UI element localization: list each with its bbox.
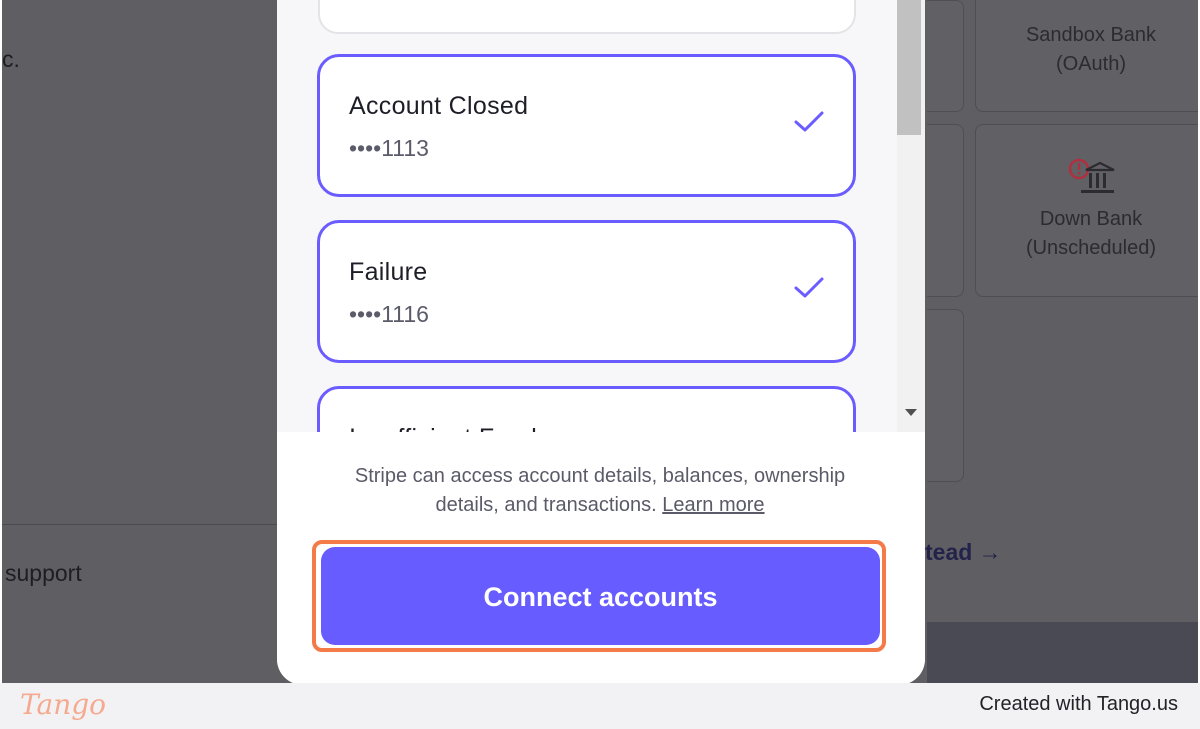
connect-accounts-button[interactable]: Connect accounts [321,547,880,645]
scrollbar-thumb[interactable] [897,0,921,135]
account-item-insufficient-funds[interactable]: Insufficient Funds [317,386,856,432]
consent-text: Stripe can access account details, balan… [327,462,873,520]
account-name: Account Closed [349,92,529,120]
divider [2,524,277,525]
consent-body: Stripe can access account details, balan… [354,465,846,516]
account-mask: ••••1113 [349,135,429,161]
check-icon [794,111,824,132]
tango-footer: Tango Created with Tango.us [0,683,1200,729]
background-card [927,124,964,297]
account-name: Insufficient Funds [349,424,550,432]
account-selection-modal: Account Closed ••••1113 Failure ••••1116… [277,0,925,685]
learn-more-link[interactable]: Learn more [662,494,764,516]
tango-credit: Created with Tango.us [979,693,1178,715]
down-bank-icon [1068,158,1115,193]
list-scrollbar[interactable] [897,0,925,432]
bank-name-line2: (Unscheduled) [1025,237,1157,259]
account-name: Failure [349,258,428,286]
background-footer-band [927,622,1198,683]
check-icon [794,277,824,298]
background-card [927,0,964,112]
account-list[interactable]: Account Closed ••••1113 Failure ••••1116… [277,0,897,432]
background-partial-text: c. [2,46,20,72]
bank-name-line2: (OAuth) [1055,53,1127,75]
account-item-account-closed[interactable]: Account Closed ••••1113 [317,54,856,197]
modal-footer: Stripe can access account details, balan… [277,432,925,685]
instead-link-partial[interactable]: tead → [925,539,1002,566]
background-card [927,309,964,482]
support-link-partial[interactable]: support [5,560,82,587]
account-mask: ••••1116 [349,301,429,327]
bank-icon [1076,0,1106,3]
bank-name-line1: Down Bank [1039,208,1143,230]
bank-card-down-unscheduled[interactable]: Down Bank (Unscheduled) [975,124,1198,297]
account-item-partial[interactable] [318,0,856,34]
tango-logo: Tango [20,688,107,721]
scroll-down-arrow-icon[interactable] [905,409,917,416]
account-item-failure[interactable]: Failure ••••1116 [317,220,856,363]
bank-name-line1: Sandbox Bank [1025,24,1157,46]
bank-card-sandbox-oauth[interactable]: Sandbox Bank (OAuth) [975,0,1198,112]
